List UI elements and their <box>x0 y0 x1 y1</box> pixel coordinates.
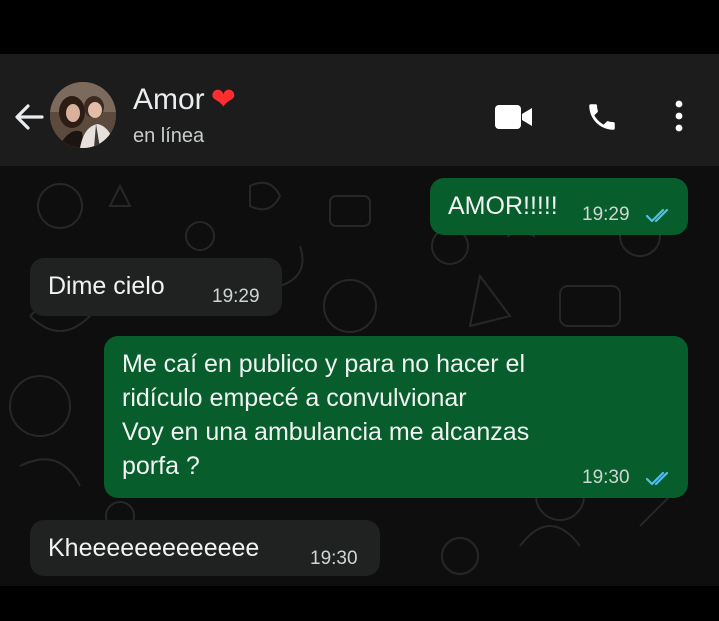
message-text: Kheeeeeeeeeeeee <box>48 534 260 562</box>
arrow-left-icon[interactable] <box>12 100 46 134</box>
message-bubble-outgoing[interactable]: Me caí en publico y para no hacer el rid… <box>104 336 688 498</box>
chat-area[interactable]: AMOR!!!!! 19:29 Dime cielo 19:29 Me caí … <box>0 166 719 586</box>
message-time: 19:30 <box>310 548 358 569</box>
bottom-black-band <box>0 586 719 621</box>
contact-name-text: Amor <box>133 83 205 116</box>
message-bubble-incoming[interactable]: Kheeeeeeeeeeeee 19:30 <box>30 520 380 576</box>
message-time: 19:30 <box>582 467 630 488</box>
message-line: ridículo empecé a convulvionar <box>122 384 467 412</box>
double-check-icon <box>646 471 669 486</box>
message-text: Dime cielo <box>48 272 165 300</box>
message-line: Me caí en publico y para no hacer el <box>122 350 526 378</box>
avatar-photo <box>50 82 116 148</box>
message-time: 19:29 <box>212 286 260 307</box>
contact-name[interactable]: Amor ❤ <box>133 83 236 117</box>
message-bubble-incoming[interactable]: Dime cielo 19:29 <box>30 258 282 316</box>
phone-icon[interactable] <box>585 100 619 134</box>
message-line: porfa ? <box>122 452 200 480</box>
message-time: 19:29 <box>582 204 630 225</box>
more-vertical-icon[interactable] <box>672 98 686 134</box>
video-camera-icon[interactable] <box>494 104 534 130</box>
message-line: Voy en una ambulancia me alcanzas <box>122 418 530 446</box>
message-text: AMOR!!!!! <box>448 192 558 220</box>
contact-status: en línea <box>133 125 205 147</box>
heart-emoji: ❤ <box>210 83 236 116</box>
message-bubble-outgoing[interactable]: AMOR!!!!! 19:29 <box>430 178 688 235</box>
top-black-band <box>0 0 719 54</box>
avatar[interactable] <box>50 82 116 148</box>
double-check-icon <box>646 208 669 223</box>
